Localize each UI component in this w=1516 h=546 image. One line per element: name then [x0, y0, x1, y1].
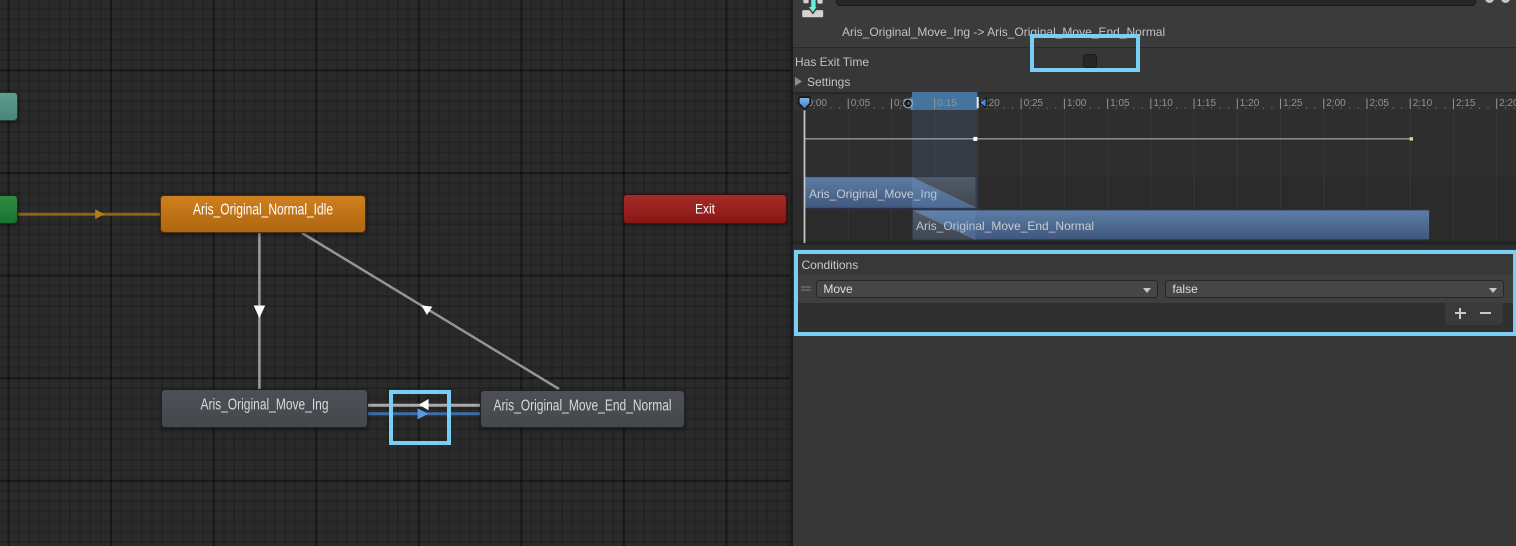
svg-text:2:00: 2:00	[1326, 98, 1346, 109]
svg-text:2:10: 2:10	[1413, 98, 1433, 109]
svg-text:1:15: 1:15	[1197, 98, 1217, 109]
svg-text:0:25: 0:25	[1024, 98, 1044, 109]
svg-text:1:20: 1:20	[1240, 98, 1260, 109]
svg-text:2:15: 2:15	[1456, 98, 1476, 109]
svg-text:0:15: 0:15	[937, 98, 957, 109]
svg-text:0:05: 0:05	[851, 98, 871, 109]
svg-text:1:10: 1:10	[1153, 98, 1173, 109]
svg-text:1:05: 1:05	[1110, 98, 1130, 109]
svg-text:1:00: 1:00	[1067, 98, 1087, 109]
svg-text:1:25: 1:25	[1283, 98, 1303, 109]
svg-text:2:05: 2:05	[1369, 98, 1389, 109]
